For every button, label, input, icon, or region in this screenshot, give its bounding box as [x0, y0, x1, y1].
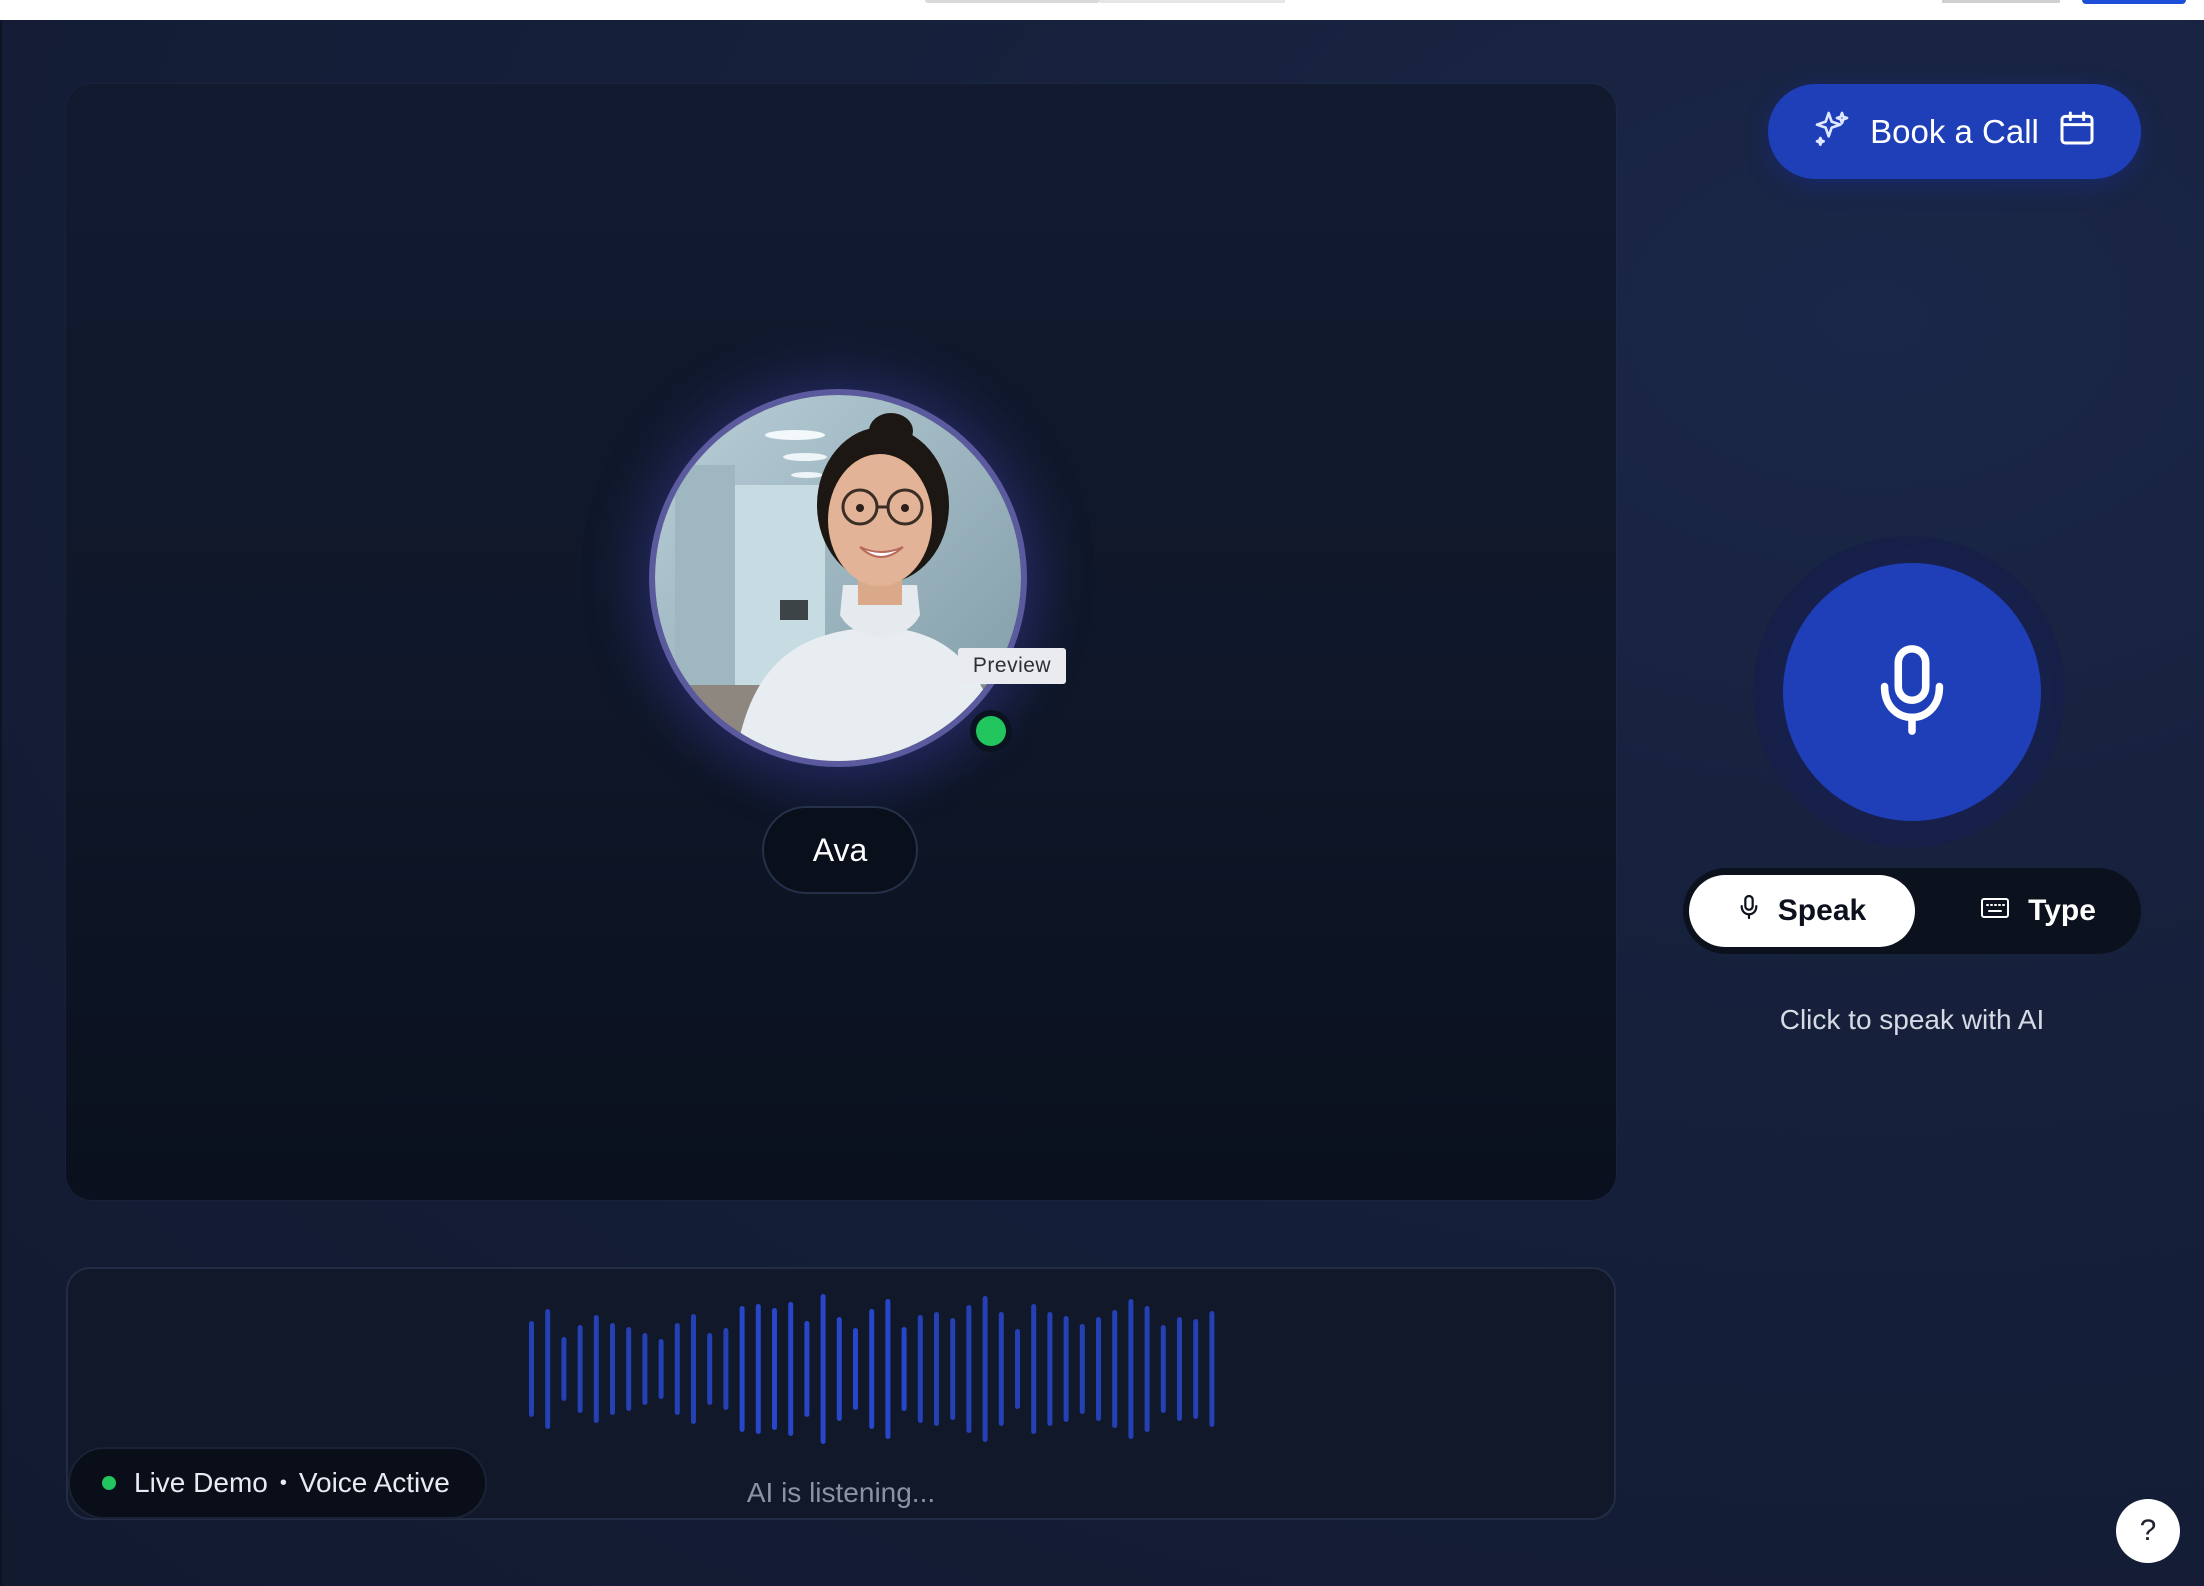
waveform-bar [561, 1337, 567, 1401]
waveform-bar [869, 1309, 875, 1429]
top-strip-mark [925, 0, 1100, 3]
video-panel: Preview Ava [66, 84, 1616, 1200]
waveform-bar [901, 1327, 907, 1411]
type-mode-button[interactable]: Type [1963, 875, 2113, 947]
waveform-bar [772, 1308, 777, 1430]
waveform-bar [529, 1321, 534, 1417]
waveform-bar [1063, 1316, 1069, 1422]
status-right: Voice Active [298, 1467, 450, 1498]
book-call-label: Book a Call [1870, 112, 2039, 150]
waveform-bar [658, 1339, 664, 1399]
waveform-bar [1079, 1324, 1085, 1414]
waveform-bar [755, 1304, 761, 1434]
waveform-bar [577, 1325, 583, 1413]
browser-top-strip [0, 0, 2204, 20]
calendar-icon [2057, 108, 2097, 156]
waveform-bar [885, 1299, 891, 1439]
waveform-bar [739, 1306, 745, 1432]
waveform-bar [1177, 1317, 1182, 1421]
waveform-bar [982, 1296, 988, 1442]
waveform-bar [1096, 1317, 1101, 1421]
waveform-bar [950, 1318, 956, 1420]
help-button[interactable]: ? [2116, 1499, 2180, 1563]
waveform-bar [593, 1315, 599, 1423]
waveform-bar [804, 1321, 810, 1417]
waveform-bar [1144, 1306, 1150, 1432]
waveform-bar [788, 1302, 794, 1436]
speak-label: Speak [1777, 894, 1867, 927]
waveform-bar [674, 1323, 680, 1415]
sparkle-icon [1812, 108, 1852, 156]
microphone-icon [1738, 892, 1760, 930]
live-dot [102, 1476, 116, 1490]
waveform-bar [610, 1323, 615, 1415]
waveform-bar [966, 1305, 972, 1433]
keyboard-icon [1980, 894, 2010, 928]
waveform-bar [1193, 1319, 1199, 1419]
waveform-bar [934, 1312, 939, 1426]
waveform-bar [1128, 1299, 1134, 1439]
waveform-bar [1015, 1329, 1020, 1409]
online-status-dot [970, 710, 1012, 752]
status-pill: Live Demo • Voice Active [68, 1447, 487, 1519]
waveform-bar [836, 1317, 842, 1421]
top-strip-mark [2082, 0, 2186, 4]
waveform-bar [642, 1333, 648, 1405]
status-separator: • [279, 1471, 287, 1494]
book-call-button[interactable]: Book a Call [1768, 84, 2141, 179]
waveform-bar [1047, 1312, 1053, 1426]
audio-waveform [529, 1294, 1215, 1444]
top-strip-mark [1100, 0, 1285, 3]
waveform-bar [998, 1312, 1004, 1426]
top-strip-mark [1942, 0, 2060, 3]
avatar-photo [655, 395, 1021, 761]
input-mode-toggle: Speak Type [1683, 868, 2141, 954]
status-left: Live Demo [134, 1467, 268, 1498]
waveform-bar [820, 1294, 826, 1444]
waveform-bar [917, 1315, 923, 1423]
assistant-avatar [649, 389, 1027, 767]
speak-hint: Click to speak with AI [1779, 1004, 2045, 1035]
type-label: Type [2028, 894, 2096, 927]
waveform-bar [853, 1328, 858, 1410]
speak-mode-button[interactable]: Speak [1689, 875, 1915, 947]
waveform-bar [1031, 1304, 1037, 1434]
waveform-bar [1112, 1310, 1118, 1428]
waveform-bar [626, 1327, 632, 1411]
left-edge [0, 20, 2, 1586]
waveform-bar [707, 1333, 713, 1405]
waveform-bar [723, 1328, 729, 1410]
preview-tag: Preview [958, 648, 1066, 684]
waveform-bar [1160, 1325, 1166, 1413]
microphone-icon [1870, 642, 1954, 743]
waveform-bar [691, 1314, 696, 1424]
waveform-bar [545, 1309, 551, 1429]
waveform-bar [1209, 1311, 1215, 1427]
assistant-name: Ava [762, 806, 918, 894]
microphone-button[interactable] [1783, 563, 2041, 821]
